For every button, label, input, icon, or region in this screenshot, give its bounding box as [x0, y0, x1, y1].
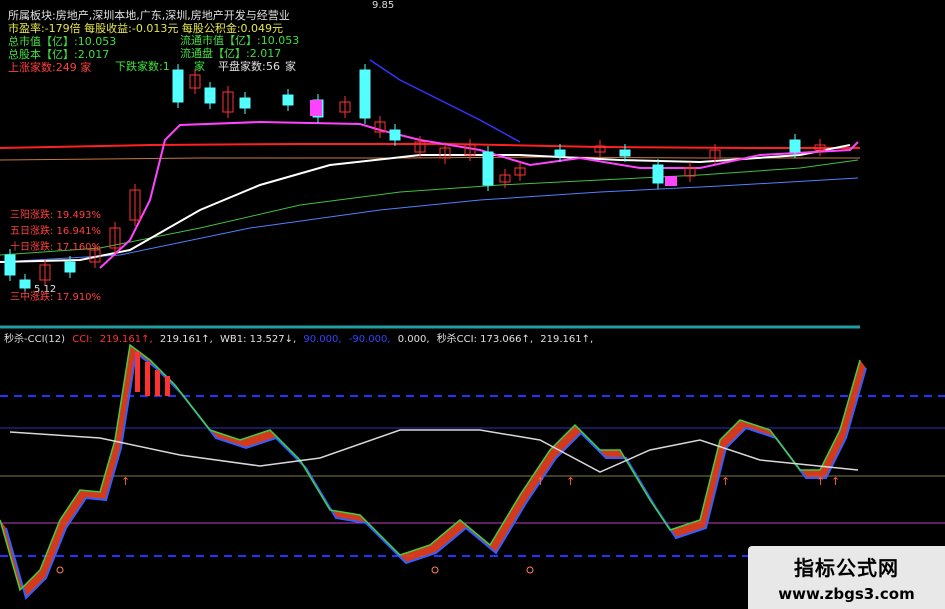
flat-count: 平盘家数: [218, 60, 266, 73]
left-label-3: 十日涨跌: 17.160% [10, 242, 102, 253]
stock-chart[interactable]: ↑ ↑ ↑ ↑ ↑ ↑ [0, 0, 945, 609]
candle-body-21 [482, 151, 494, 186]
flat-unit: 家 [285, 60, 296, 73]
indicator-name: 秒杀-CCI(12) [4, 334, 66, 345]
cci-bar-1 [145, 362, 150, 396]
v3-value: -90.000, [348, 334, 391, 345]
left-label-1: 三阳涨跌: 19.493% [10, 210, 102, 221]
left-label-2: 五日涨跌: 16.941% [10, 226, 102, 237]
candle-body-15 [359, 69, 371, 119]
candle-body-17 [389, 129, 401, 141]
wb1-value: WB1: 13.527↓, [219, 334, 297, 345]
cci-fill [0, 345, 866, 598]
flat-value: 56 [266, 60, 280, 73]
candle-body-7 [172, 69, 184, 103]
buy-arrow-3: ↑ [721, 475, 730, 488]
signal-dot-1 [431, 566, 439, 574]
cci-bar-0 [135, 352, 140, 392]
watermark-title: 指标公式网 [794, 556, 899, 580]
v1-value: 219.161↑, [159, 334, 213, 345]
left-label-4: 三中涨跌: 17.910% [10, 292, 102, 303]
candle-body-3 [64, 261, 76, 273]
indicator-legend: 秒杀-CCI(12) CCI: 219.161↑, 219.161↑, WB1:… [4, 330, 597, 345]
price-panel [0, 59, 860, 329]
candle-body-24 [554, 149, 566, 157]
v4-value: 0.000, [397, 334, 430, 345]
float-shares: 流通盘【亿】:2.017 [180, 47, 282, 60]
v2-value: 90.000, [303, 334, 342, 345]
down-unit: 家 [194, 60, 205, 73]
high-price-label: 9.85 [372, 0, 395, 11]
cci-value: 219.161↑, [99, 334, 153, 345]
buy-arrow-1: ↑ [536, 475, 545, 488]
candle-body-9 [204, 87, 216, 104]
buy-arrow-4: ↑ [816, 475, 825, 488]
signal-dot-2 [526, 566, 534, 574]
magenta-marker-2 [665, 176, 677, 186]
watermark-url: www.zbgs3.com [778, 585, 915, 603]
candle-body-27 [652, 164, 664, 184]
candle-body-0 [4, 254, 16, 276]
candle-body-30 [789, 139, 801, 153]
signal-dot-0 [56, 566, 64, 574]
buy-arrow-5: ↑ [831, 475, 840, 488]
candle-body-11 [239, 97, 251, 109]
float-value: 流通市值【亿】:10.053 [180, 34, 300, 47]
down-count: 下跌家数:1 [115, 60, 170, 73]
cci-bar-3 [165, 376, 170, 396]
ma-red-line [0, 143, 860, 149]
block-info: 所属板块:房地产,深圳本地,广东,深圳,房地产开发与经营业 [8, 9, 290, 22]
cci-label: CCI: [72, 334, 93, 345]
cci-bar-2 [155, 370, 160, 396]
buy-arrow-0: ↑ [121, 475, 130, 488]
cci2-value: 秒杀CCI: 173.066↑, [436, 334, 534, 345]
candle-body-12 [282, 94, 294, 106]
candle-body-26 [619, 149, 631, 157]
magenta-marker-1 [310, 100, 322, 116]
candle-body-1 [19, 279, 31, 289]
buy-arrow-2: ↑ [566, 475, 575, 488]
v5-value: 219.161↑, [540, 334, 594, 345]
watermark: 指标公式网 www.zbgs3.com [748, 546, 945, 609]
